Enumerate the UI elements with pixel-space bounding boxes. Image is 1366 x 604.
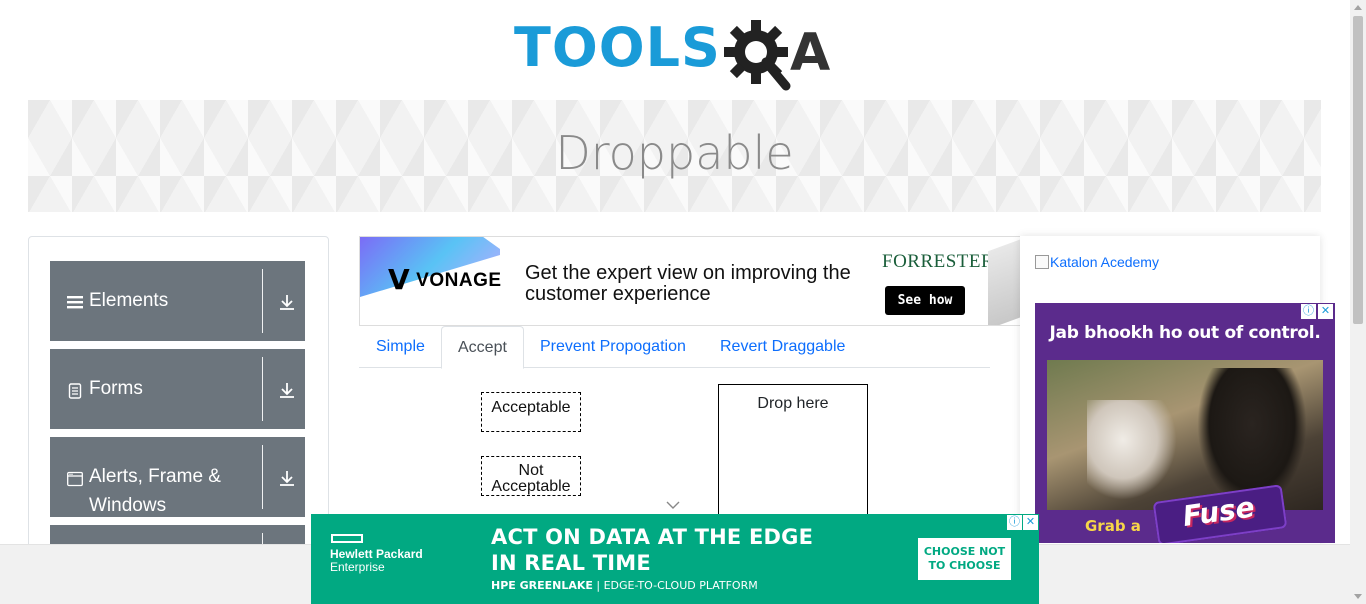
- hpe-cta-line2: TO CHOOSE: [928, 559, 1001, 572]
- not-acceptable-line2: Acceptable: [491, 478, 571, 495]
- close-ad-icon[interactable]: ✕: [1023, 515, 1038, 530]
- sidebar-group-label: Forms: [89, 378, 143, 399]
- logo-tools-text: TOOLS: [514, 16, 721, 79]
- scroll-down-icon[interactable]: [1354, 594, 1362, 599]
- left-sidebar: Elements Forms Alerts, Frame & Windows: [28, 236, 329, 556]
- tab-accept[interactable]: Accept: [441, 326, 524, 369]
- logo-qa-text: A: [790, 23, 830, 83]
- download-icon[interactable]: [278, 469, 296, 487]
- fuse-ad-grab-text: Grab a: [1085, 517, 1141, 535]
- hpe-sub-bold: HPE GREENLAKE: [491, 579, 593, 592]
- window-icon: [67, 471, 83, 487]
- scroll-up-icon[interactable]: [1354, 5, 1362, 10]
- ad-headline: Get the expert view on improving the cus…: [525, 262, 851, 305]
- hpe-headline: ACT ON DATA AT THE EDGE IN REAL TIME: [491, 524, 813, 576]
- broken-image-icon: [1035, 255, 1049, 269]
- hpe-cta-line1: CHOOSE NOT: [923, 545, 1006, 558]
- right-ad-panel: Katalon Acedemy Jab bhookh ho out of con…: [1020, 236, 1335, 546]
- download-icon[interactable]: [278, 381, 296, 399]
- download-icon[interactable]: [278, 293, 296, 311]
- hpe-brand-line1: Hewlett Packard: [330, 547, 423, 561]
- fuse-brand-text: Fuse: [1180, 490, 1257, 534]
- logo-gear-icon: A: [724, 20, 830, 91]
- page-title: Droppable: [555, 126, 794, 180]
- hpe-ad[interactable]: Hewlett Packard Enterprise ACT ON DATA A…: [311, 514, 1039, 604]
- tab-prevent-propogation[interactable]: Prevent Propogation: [524, 326, 702, 368]
- drop-target[interactable]: Drop here: [718, 384, 868, 524]
- vonage-ad[interactable]: V VONAGE Get the expert view on improving…: [359, 236, 1021, 326]
- ad-partner: FORRESTER: [882, 251, 995, 272]
- ad-report-image: [988, 238, 1020, 325]
- document-icon: [68, 383, 82, 399]
- sidebar-group-label-line2: Windows: [89, 495, 167, 516]
- hpe-headline-line2: IN REAL TIME: [491, 551, 651, 575]
- hamburger-icon: [67, 296, 83, 309]
- hpe-headline-line1: ACT ON DATA AT THE EDGE: [491, 525, 814, 549]
- fuse-ad-person: [1087, 400, 1177, 500]
- hpe-brand-line2: Enterprise: [330, 560, 385, 574]
- ad-see-how-button[interactable]: See how: [885, 286, 965, 315]
- hpe-subline: HPE GREENLAKE | EDGE-TO-CLOUD PLATFORM: [491, 579, 758, 592]
- not-acceptable-line1: Not: [518, 462, 544, 479]
- adchoices-icon[interactable]: ⓘ: [1007, 515, 1022, 530]
- ad-brand: V VONAGE: [388, 263, 502, 296]
- chevron-down-icon[interactable]: [666, 500, 680, 510]
- tab-revert-draggable[interactable]: Revert Draggable: [704, 326, 861, 368]
- fuse-ad-gorilla: [1197, 368, 1307, 508]
- hpe-cta-button[interactable]: CHOOSE NOT TO CHOOSE: [918, 538, 1011, 580]
- divider: [262, 357, 263, 421]
- toolsqa-logo[interactable]: TOOLS A: [514, 14, 838, 94]
- sidebar-group-label: Alerts, Frame &: [89, 466, 221, 487]
- page-banner: Droppable: [28, 100, 1321, 212]
- close-ad-icon[interactable]: ✕: [1318, 304, 1333, 319]
- ad-brand-text: VONAGE: [416, 270, 502, 291]
- page-scrollbar[interactable]: [1350, 0, 1366, 604]
- droppable-tabs: Simple Accept Prevent Propogation Revert…: [359, 326, 990, 369]
- fuse-ad-title: Jab bhookh ho out of control.: [1049, 323, 1321, 343]
- sidebar-group-elements[interactable]: Elements: [50, 261, 305, 341]
- tab-simple[interactable]: Simple: [360, 326, 441, 368]
- fuse-ad[interactable]: Jab bhookh ho out of control. Grab a Fus…: [1035, 303, 1335, 543]
- hpe-sub-rest: | EDGE-TO-CLOUD PLATFORM: [592, 579, 758, 592]
- divider: [262, 269, 263, 333]
- sidebar-group-alerts[interactable]: Alerts, Frame & Windows: [50, 437, 305, 517]
- not-acceptable-draggable[interactable]: Not Acceptable: [481, 456, 581, 496]
- adchoices-icon[interactable]: ⓘ: [1301, 304, 1316, 319]
- scroll-thumb[interactable]: [1353, 16, 1363, 324]
- hpe-logo-icon: [331, 534, 363, 543]
- sidebar-group-forms[interactable]: Forms: [50, 349, 305, 429]
- katalon-alt-text: Katalon Acedemy: [1050, 254, 1159, 270]
- divider: [262, 445, 263, 509]
- vonage-logo-icon: V: [388, 263, 411, 296]
- katalon-ad-link[interactable]: Katalon Acedemy: [1035, 254, 1159, 270]
- acceptable-draggable[interactable]: Acceptable: [481, 392, 581, 432]
- sidebar-group-label: Elements: [89, 290, 169, 311]
